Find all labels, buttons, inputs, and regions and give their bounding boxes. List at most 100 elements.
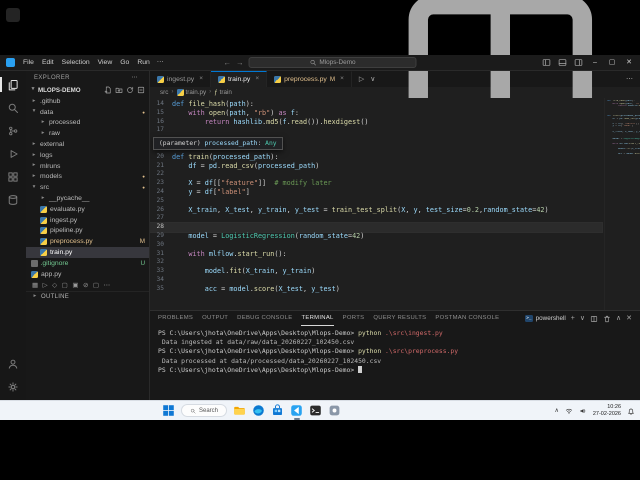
vscode-logo-icon[interactable]: [6, 58, 15, 67]
new-file-icon[interactable]: [104, 86, 112, 94]
menu-item-selection[interactable]: Selection: [58, 59, 94, 66]
tree-item-preprocess.py[interactable]: preprocess.py M: [26, 236, 149, 247]
code-line-20[interactable]: 20 def train(processed_path):: [150, 153, 602, 162]
sidebar-footer-icon[interactable]: ▷: [43, 282, 48, 290]
terminal-dropdown-icon[interactable]: ∨: [580, 315, 585, 322]
sidebar-footer-icon[interactable]: ▦: [32, 282, 38, 290]
menu-item-edit[interactable]: Edit: [38, 59, 58, 66]
code-line-22[interactable]: 22: [150, 170, 602, 179]
history-back-icon[interactable]: ←: [224, 59, 232, 67]
kill-terminal-icon[interactable]: [603, 315, 611, 323]
menu-item-view[interactable]: View: [94, 59, 117, 66]
terminal-line[interactable]: PS C:\Users\jhota\OneDrive\Apps\Desktop\…: [158, 329, 640, 338]
sidebar-footer-icon[interactable]: ▣: [72, 282, 78, 290]
wifi-icon[interactable]: [565, 407, 573, 415]
taskbar-app-store[interactable]: [271, 404, 284, 417]
code-line-26[interactable]: 26 X_train, X_test, y_train, y_test = tr…: [150, 206, 602, 215]
start-button[interactable]: [162, 404, 175, 417]
sidebar-footer-icon[interactable]: ⊘: [83, 282, 88, 290]
activity-settings[interactable]: [0, 375, 26, 398]
tab-preprocess.py[interactable]: preprocess.py M ×: [267, 71, 352, 87]
code-line-32[interactable]: 32: [150, 258, 602, 267]
new-terminal-icon[interactable]: +: [571, 315, 575, 322]
code-editor[interactable]: 14 def file_hash(path): 15 with open(path,…: [150, 98, 640, 310]
code-line-24[interactable]: 24 y = df["label"]: [150, 188, 602, 197]
panel-tab-problems[interactable]: PROBLEMS: [158, 311, 193, 326]
close-panel-icon[interactable]: ✕: [626, 315, 632, 322]
panel-tab-postman-console[interactable]: POSTMAN CONSOLE: [435, 311, 499, 326]
activity-source-control[interactable]: [0, 119, 26, 142]
taskbar-app-app[interactable]: [328, 404, 341, 417]
panel-tab-ports[interactable]: PORTS: [343, 311, 365, 326]
code-line-27[interactable]: 27: [150, 214, 602, 223]
toggle-secondary-sidebar-icon[interactable]: [574, 58, 583, 67]
tree-item-evaluate.py[interactable]: evaluate.py: [26, 204, 149, 215]
command-center-search[interactable]: Mlops-Demo: [248, 57, 417, 68]
code-line-33[interactable]: 33 model.fit(X_train, y_train): [150, 267, 602, 276]
terminal-line[interactable]: PS C:\Users\jhota\OneDrive\Apps\Desktop\…: [158, 347, 640, 356]
tree-item-__pycache__[interactable]: ▸ __pycache__: [26, 193, 149, 204]
tree-item-pipeline.py[interactable]: pipeline.py: [26, 226, 149, 237]
toggle-sidebar-icon[interactable]: [542, 58, 551, 67]
panel-tab-output[interactable]: OUTPUT: [202, 311, 228, 326]
taskbar-clock[interactable]: 10:26 27-02-2026: [593, 404, 621, 417]
minimize-icon[interactable]: –: [588, 59, 602, 66]
close-tab-icon[interactable]: ×: [340, 76, 344, 83]
activity-run-debug[interactable]: [0, 142, 26, 165]
tree-item-mlruns[interactable]: ▸ mlruns: [26, 161, 149, 172]
minimap[interactable]: def file_hash(path): with open(path, "rb…: [604, 98, 640, 310]
code-line-35[interactable]: 35 acc = model.score(X_test, y_test): [150, 285, 602, 294]
taskbar-app-terminal[interactable]: [309, 404, 322, 417]
code-line-30[interactable]: 30: [150, 241, 602, 250]
sidebar-footer-icon[interactable]: ▢: [62, 282, 68, 290]
taskbar-app-file-explorer[interactable]: [233, 404, 246, 417]
sidebar-footer-icon[interactable]: ⋯: [104, 282, 111, 290]
run-dropdown-icon[interactable]: ∨: [370, 76, 375, 83]
code-line-15[interactable]: 15 with open(path, "rb") as f:: [150, 109, 602, 118]
code-line-34[interactable]: 34: [150, 276, 602, 285]
code-line-16[interactable]: 16 return hashlib.md5(f.read()).hexdiges…: [150, 118, 602, 127]
run-python-file-icon[interactable]: ▷: [359, 76, 364, 83]
code-line-23[interactable]: 23 X = df[["feature"]] # modify later: [150, 179, 602, 188]
project-section-header[interactable]: ▾ MLOPS-DEMO: [26, 84, 149, 96]
tree-item-data[interactable]: ▾ data ●: [26, 107, 149, 118]
refresh-icon[interactable]: [126, 86, 134, 94]
tab-train.py[interactable]: train.py ×: [211, 71, 268, 87]
code-line-31[interactable]: 31 with mlflow.start_run():: [150, 250, 602, 259]
code-line-28[interactable]: 28: [150, 222, 603, 233]
toggle-panel-icon[interactable]: [558, 58, 567, 67]
code-line-14[interactable]: 14 def file_hash(path):: [150, 100, 602, 109]
breadcrumb-item-train.py[interactable]: train.py: [176, 89, 206, 96]
close-icon[interactable]: ✕: [622, 59, 636, 66]
activity-search[interactable]: [0, 96, 26, 119]
tray-chevron-icon[interactable]: ∧: [554, 408, 558, 414]
maximize-panel-icon[interactable]: ∧: [616, 315, 621, 322]
close-tab-icon[interactable]: ×: [255, 76, 259, 83]
panel-tab-query-results[interactable]: QUERY RESULTS: [373, 311, 426, 326]
close-tab-icon[interactable]: ×: [199, 76, 203, 83]
tree-item-train.py[interactable]: train.py: [26, 247, 149, 258]
terminal-line[interactable]: Data processed at data/processed/data_20…: [158, 357, 640, 366]
tree-item-app.py[interactable]: app.py: [26, 269, 149, 280]
notification-bell-icon[interactable]: [627, 407, 635, 415]
tree-item-.gitignore[interactable]: .gitignore U: [26, 258, 149, 269]
tree-item-logs[interactable]: ▸ logs: [26, 150, 149, 161]
outline-section[interactable]: ▸ OUTLINE: [26, 291, 149, 302]
tree-item-processed[interactable]: ▸ processed: [26, 118, 149, 129]
tree-item-models[interactable]: ▸ models ●: [26, 172, 149, 183]
code-line-17[interactable]: 17: [150, 126, 602, 135]
tree-item-ingest.py[interactable]: ingest.py: [26, 215, 149, 226]
activity-database[interactable]: [0, 188, 26, 211]
split-terminal-icon[interactable]: [590, 315, 598, 323]
terminal[interactable]: PS C:\Users\jhota\OneDrive\Apps\Desktop\…: [150, 326, 640, 400]
collapse-all-icon[interactable]: [137, 86, 145, 94]
menu-item-go[interactable]: Go: [116, 59, 133, 66]
code-line-21[interactable]: 21 df = pd.read_csv(processed_path): [150, 162, 602, 171]
taskbar-search[interactable]: Search: [181, 404, 228, 417]
activity-account[interactable]: [0, 352, 26, 375]
menu-item-run[interactable]: Run: [133, 59, 153, 66]
tree-item-raw[interactable]: ▸ raw: [26, 128, 149, 139]
terminal-line[interactable]: Data ingested at data/raw/data_20260227_…: [158, 338, 640, 347]
sidebar-footer-icon[interactable]: ▢: [93, 282, 99, 290]
menu-item-file[interactable]: File: [19, 59, 38, 66]
